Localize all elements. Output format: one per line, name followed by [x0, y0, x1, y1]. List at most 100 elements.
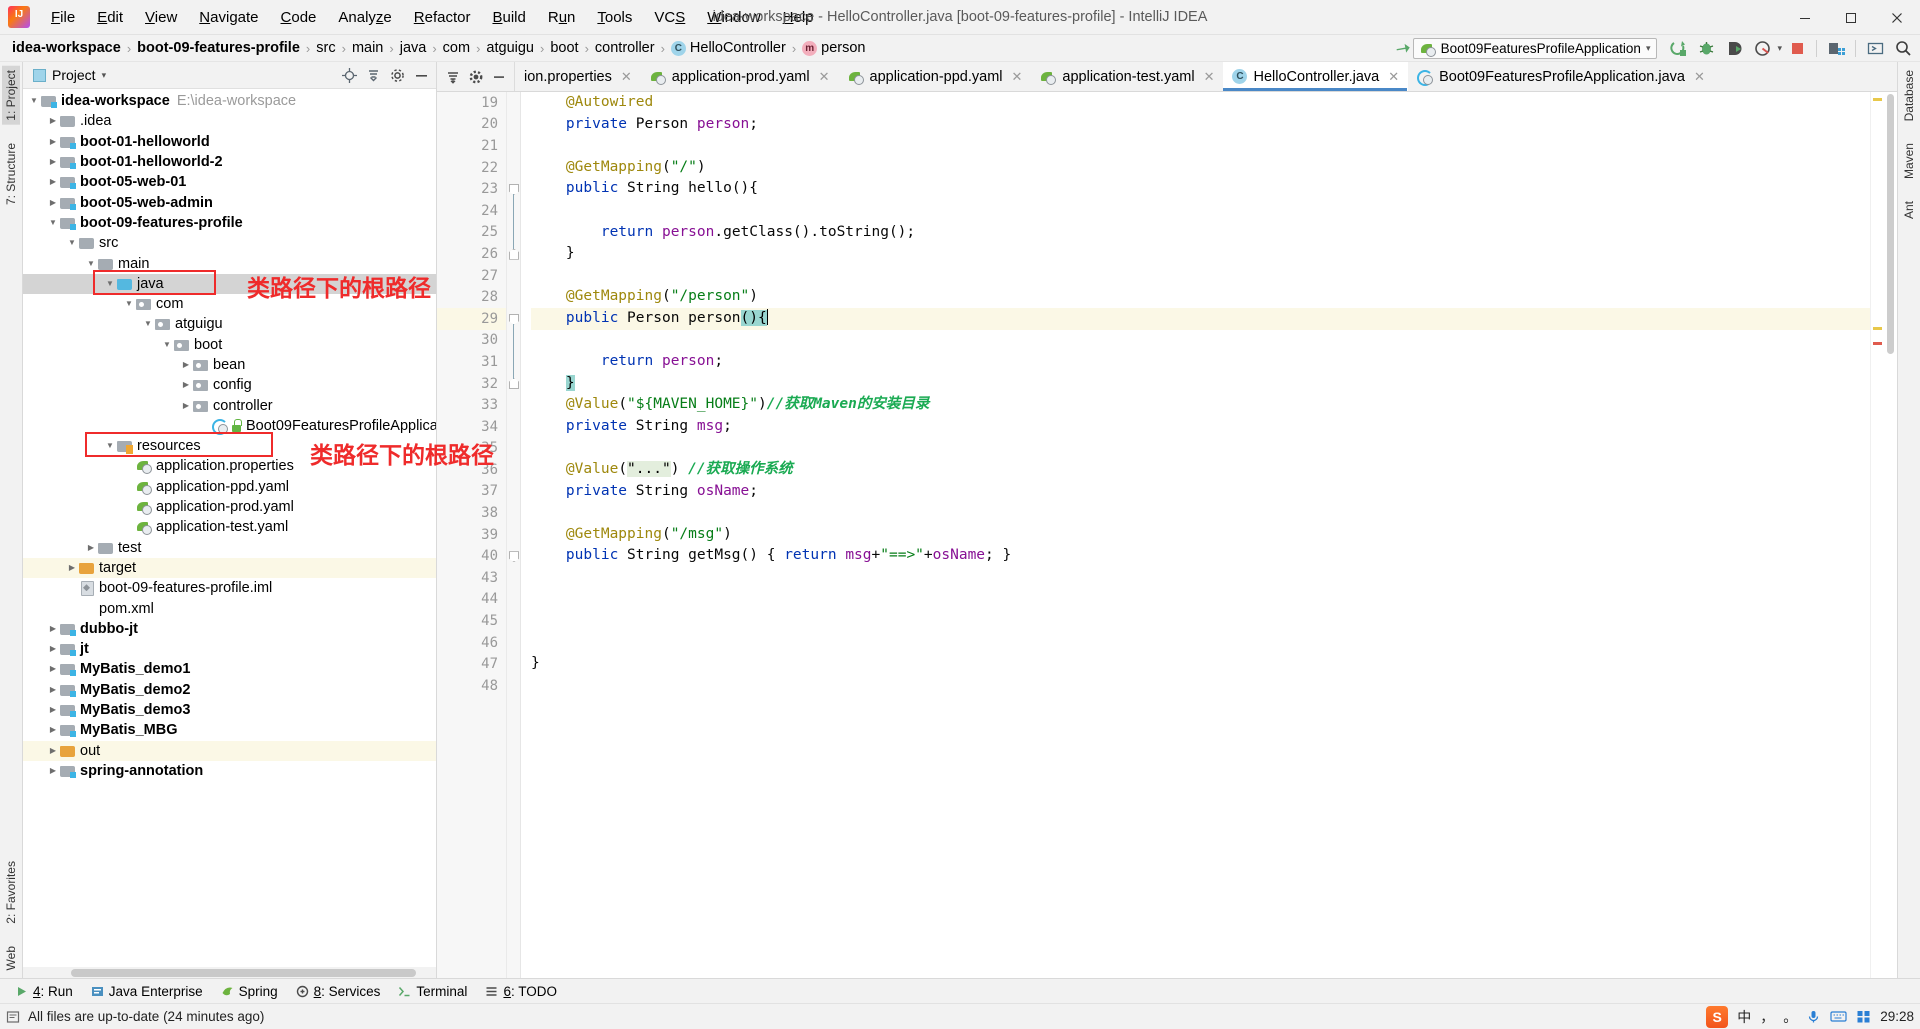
maximize-button[interactable] — [1828, 0, 1874, 35]
tree-node-boot-01-helloworld[interactable]: boot-01-helloworld — [23, 132, 436, 152]
code-line-20[interactable]: private Person person; — [531, 114, 1870, 136]
code-line-38[interactable] — [531, 502, 1870, 524]
tree-node-mybatis-demo1[interactable]: MyBatis_demo1 — [23, 659, 436, 679]
code-line-26[interactable]: } — [531, 243, 1870, 265]
scrollbar-thumb[interactable] — [1887, 94, 1894, 354]
breadcrumb-item-main[interactable]: main — [348, 39, 387, 57]
gutter-line-29[interactable]: 29 — [437, 308, 506, 330]
tree-node-boot09featuresprofileapplication[interactable]: Boot09FeaturesProfileApplication — [23, 416, 436, 436]
stop-button[interactable] — [1784, 37, 1810, 60]
chevron-right-icon[interactable] — [46, 680, 60, 700]
breadcrumb-item-person[interactable]: mperson — [798, 39, 869, 57]
code-line-45[interactable] — [531, 610, 1870, 632]
warning-marker-2[interactable] — [1873, 327, 1882, 330]
code-line-25[interactable]: return person.getClass().toString(); — [531, 222, 1870, 244]
code-line-29[interactable]: public Person person(){ — [531, 308, 1870, 330]
gutter-line-46[interactable]: 46 — [437, 632, 506, 654]
chevron-right-icon[interactable] — [179, 375, 193, 395]
code-line-46[interactable] — [531, 632, 1870, 654]
code-line-47[interactable]: } — [531, 653, 1870, 675]
tree-node-jt[interactable]: jt — [23, 639, 436, 659]
menu-view[interactable]: View — [134, 6, 188, 29]
close-button[interactable] — [1874, 0, 1920, 35]
caret-position[interactable]: 29:28 — [1880, 1009, 1914, 1024]
tree-node-idea-workspace[interactable]: idea-workspaceE:\idea-workspace — [23, 91, 436, 111]
tree-node-pom-xml[interactable]: pom.xml — [23, 598, 436, 618]
breadcrumb-item-boot-09-features-profile[interactable]: boot-09-features-profile — [133, 39, 304, 57]
tree-node-src[interactable]: src — [23, 233, 436, 253]
gutter-line-34[interactable]: 34 — [437, 416, 506, 438]
tree-node-mybatis-demo2[interactable]: MyBatis_demo2 — [23, 680, 436, 700]
scrollbar-thumb[interactable] — [71, 969, 416, 977]
project-tree-hscrollbar[interactable] — [23, 967, 436, 978]
tree-node-boot[interactable]: boot — [23, 335, 436, 355]
tree-node-controller[interactable]: controller — [23, 395, 436, 415]
fold-start-icon[interactable] — [509, 184, 519, 194]
gutter-line-31[interactable]: 31 — [437, 351, 506, 373]
code-line-19[interactable]: @Autowired — [531, 92, 1870, 114]
fold-start-icon[interactable] — [509, 314, 519, 324]
project-tree[interactable]: idea-workspaceE:\idea-workspace.ideaboot… — [23, 89, 436, 978]
gutter-line-47[interactable]: 47 — [437, 653, 506, 675]
gutter-line-43[interactable]: 43 — [437, 567, 506, 589]
fold-end-icon[interactable] — [509, 379, 519, 389]
chevron-right-icon[interactable] — [46, 720, 60, 740]
breadcrumb-item-atguigu[interactable]: atguigu — [482, 39, 538, 57]
fold-start-icon[interactable] — [509, 552, 519, 562]
tree-node-boot-05-web-01[interactable]: boot-05-web-01 — [23, 172, 436, 192]
code-line-37[interactable]: private String osName; — [531, 481, 1870, 503]
menu-bar[interactable]: FileEditViewNavigateCodeAnalyzeRefactorB… — [40, 6, 825, 29]
breadcrumb-item-idea-workspace[interactable]: idea-workspace — [8, 39, 125, 57]
warning-marker[interactable] — [1873, 98, 1882, 101]
project-panel-title[interactable]: Project ▾ — [33, 67, 106, 83]
collapse-all-button[interactable] — [362, 64, 384, 86]
rail-tab-project[interactable]: 1: Project — [2, 66, 20, 125]
breadcrumb-item-boot[interactable]: boot — [546, 39, 582, 57]
tree-node-boot-09-features-profile-iml[interactable]: boot-09-features-profile.iml — [23, 578, 436, 598]
code-line-32[interactable]: } — [531, 373, 1870, 395]
minimize-button[interactable] — [1782, 0, 1828, 35]
mic-icon[interactable] — [1806, 1009, 1821, 1024]
editor-tab-hellocontroller-java[interactable]: CHelloController.java✕ — [1223, 62, 1408, 91]
gutter-line-26[interactable]: 26 — [437, 243, 506, 265]
gutter-line-37[interactable]: 37 — [437, 481, 506, 503]
search-everywhere-button[interactable] — [1890, 37, 1916, 60]
ime-tools-icon[interactable] — [1856, 1009, 1871, 1024]
tree-node-config[interactable]: config — [23, 375, 436, 395]
editor-gutter[interactable]: 1920212223242526272829303132333435363738… — [437, 92, 507, 978]
menu-analyze[interactable]: Analyze — [327, 6, 402, 29]
tree-node-boot-09-features-profile[interactable]: boot-09-features-profile — [23, 213, 436, 233]
chevron-right-icon[interactable] — [179, 355, 193, 375]
chevron-right-icon[interactable] — [46, 639, 60, 659]
menu-refactor[interactable]: Refactor — [403, 6, 482, 29]
tree-node-boot-01-helloworld-2[interactable]: boot-01-helloworld-2 — [23, 152, 436, 172]
rail-tab-database[interactable]: Database — [1900, 66, 1918, 125]
editor-tab-application-test-yaml[interactable]: application-test.yaml✕ — [1031, 62, 1223, 91]
gutter-line-33[interactable]: 33 — [437, 394, 506, 416]
tree-node-test[interactable]: test — [23, 538, 436, 558]
rail-tab-structure[interactable]: 7: Structure — [2, 139, 20, 209]
ime-dot-label[interactable]: 。 — [1783, 1007, 1797, 1027]
toolwindow-terminal[interactable]: Terminal — [389, 982, 476, 1001]
hide-panel-button[interactable] — [410, 64, 432, 86]
chevron-down-icon[interactable] — [84, 254, 98, 274]
breadcrumb[interactable]: idea-workspace›boot-09-features-profile›… — [8, 39, 870, 57]
gutter-line-30[interactable]: 30 — [437, 330, 506, 352]
editor-tab-application-ppd-yaml[interactable]: application-ppd.yaml✕ — [839, 62, 1032, 91]
tree-node-mybatis-demo3[interactable]: MyBatis_demo3 — [23, 700, 436, 720]
open-terminal-button[interactable] — [1862, 37, 1888, 60]
code-line-24[interactable] — [531, 200, 1870, 222]
toolwindow-services[interactable]: 8: Services — [287, 982, 390, 1001]
back-arrow-icon[interactable]: ➝ — [1395, 37, 1413, 59]
tree-node-target[interactable]: target — [23, 558, 436, 578]
error-marker[interactable] — [1873, 342, 1882, 345]
menu-vcs[interactable]: VCS — [643, 6, 696, 29]
hide-tabs-icon[interactable] — [488, 66, 509, 87]
gutter-line-48[interactable]: 48 — [437, 675, 506, 697]
code-line-34[interactable]: private String msg; — [531, 416, 1870, 438]
gutter-line-38[interactable]: 38 — [437, 502, 506, 524]
settings-gear-button[interactable] — [386, 64, 408, 86]
chevron-right-icon[interactable] — [46, 111, 60, 131]
chevron-down-icon[interactable] — [103, 436, 117, 456]
chevron-down-icon[interactable] — [27, 91, 41, 111]
